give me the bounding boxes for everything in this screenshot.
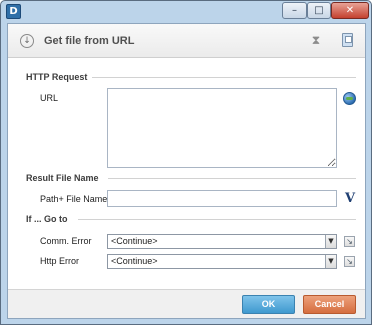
- path-file-name-label: Path+ File Name: [40, 194, 108, 204]
- close-button[interactable]: ✕: [331, 2, 369, 19]
- section-title-result-file-name: Result File Name: [26, 173, 99, 183]
- chevron-down-icon[interactable]: ▼: [325, 255, 336, 268]
- http-error-label: Http Error: [40, 256, 80, 266]
- goto-arrow-icon[interactable]: ↘: [344, 256, 355, 267]
- dialog-header: ↓ Get file from URL ⧗: [8, 24, 365, 58]
- comm-error-label: Comm. Error: [40, 236, 92, 246]
- app-logo-icon: D: [6, 4, 21, 19]
- comm-error-select[interactable]: <Continue> ▼: [107, 234, 337, 249]
- download-icon: ↓: [20, 34, 34, 48]
- section-title-http-request: HTTP Request: [26, 72, 88, 82]
- section-divider: [78, 219, 356, 220]
- minimize-button[interactable]: –: [282, 2, 307, 19]
- path-file-name-input[interactable]: [107, 190, 337, 207]
- section-title-if-go-to: If ... Go to: [26, 214, 68, 224]
- variable-button[interactable]: V: [342, 190, 358, 207]
- section-divider: [92, 77, 356, 78]
- title-bar[interactable]: D – □ ✕: [1, 1, 371, 23]
- dialog-body: ↓ Get file from URL ⧗ HTTP Request URL R…: [7, 23, 366, 319]
- section-divider: [108, 178, 356, 179]
- maximize-button[interactable]: □: [307, 2, 331, 19]
- dialog-footer: OK Cancel: [8, 289, 365, 318]
- url-label: URL: [40, 93, 59, 103]
- url-textarea[interactable]: [107, 88, 337, 168]
- comm-error-value: <Continue>: [111, 236, 158, 246]
- globe-icon[interactable]: [343, 92, 356, 105]
- ok-button[interactable]: OK: [242, 295, 295, 314]
- dialog-window: D – □ ✕ ↓ Get file from URL ⧗ HTTP Reque…: [0, 0, 372, 325]
- notes-icon[interactable]: [342, 33, 353, 47]
- hourglass-icon[interactable]: ⧗: [310, 33, 322, 48]
- page-title: Get file from URL: [44, 35, 135, 47]
- cancel-button[interactable]: Cancel: [303, 295, 356, 314]
- goto-arrow-icon[interactable]: ↘: [344, 236, 355, 247]
- chevron-down-icon[interactable]: ▼: [325, 235, 336, 248]
- http-error-value: <Continue>: [111, 256, 158, 266]
- http-error-select[interactable]: <Continue> ▼: [107, 254, 337, 269]
